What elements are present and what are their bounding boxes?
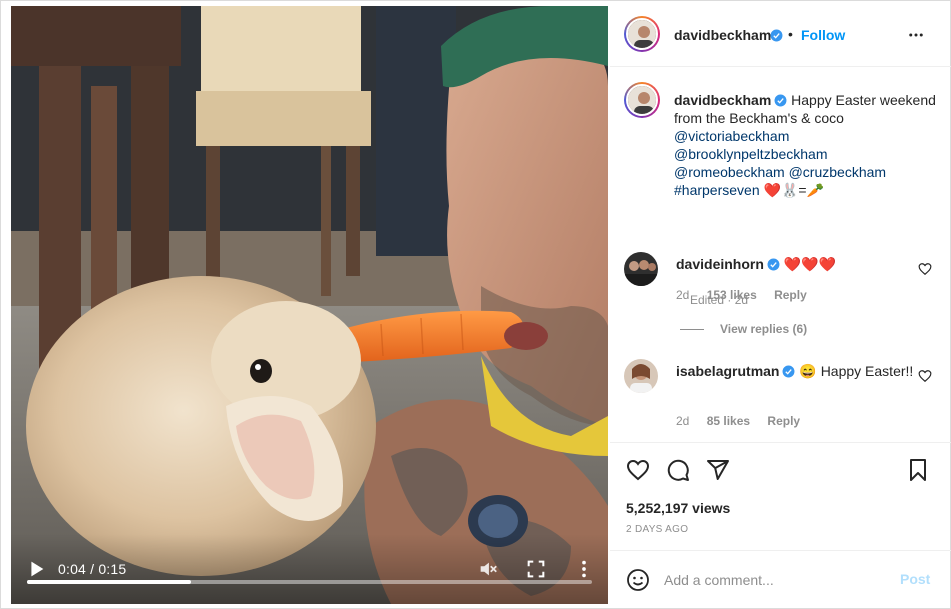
more-vertical-icon[interactable] <box>573 558 595 580</box>
comment-likes[interactable]: 85 likes <box>707 414 750 428</box>
mention-link[interactable]: @victoriabeckham <box>674 127 944 145</box>
action-bar: 5,252,197 views <box>610 442 951 522</box>
caption-username[interactable]: davidbeckham <box>674 92 771 108</box>
heart-icon[interactable] <box>626 458 650 482</box>
follow-button[interactable]: Follow <box>801 27 845 43</box>
view-count[interactable]: 5,252,197 views <box>626 500 730 516</box>
view-replies-label: View replies (6) <box>720 322 808 336</box>
comment-text: davideinhorn ❤️❤️❤️ <box>676 255 916 273</box>
bookmark-icon[interactable] <box>906 458 930 482</box>
post-header: davidbeckham • Follow <box>610 2 951 67</box>
comment-meta: 2d 153 likes Reply <box>676 288 821 302</box>
verified-badge-icon <box>770 29 783 42</box>
comment-icon[interactable] <box>666 458 690 482</box>
fullscreen-icon[interactable] <box>525 558 547 580</box>
video-progress-fill <box>27 580 191 584</box>
share-icon[interactable] <box>706 458 730 482</box>
mention-link[interactable]: @brooklynpeltzbeckham <box>674 145 944 163</box>
caption-text: davidbeckham Happy Easter weekend from t… <box>674 91 944 199</box>
mute-icon[interactable] <box>477 558 499 580</box>
mention-link[interactable]: @romeobeckham <box>674 164 785 180</box>
mention-link[interactable]: @cruzbeckham <box>789 164 886 180</box>
like-comment-heart-icon[interactable] <box>918 262 932 276</box>
post-sidebar: davidbeckham • Follow davidbeckham Happy… <box>610 2 951 609</box>
video-progress-bar[interactable] <box>27 580 592 584</box>
header-separator: • <box>788 26 793 42</box>
caption-avatar[interactable] <box>624 82 660 118</box>
hashtag-link[interactable]: #harperseven <box>674 182 760 198</box>
comment-text: isabelagrutman 😄 Happy Easter!! <box>676 362 916 380</box>
comment-meta: 2d 85 likes Reply <box>676 414 814 428</box>
caption-emojis: ❤️🐰=🥕 <box>763 182 824 198</box>
comment-age: 2d <box>676 288 690 302</box>
comment-composer: Post <box>610 550 951 609</box>
post-time-ago: 2 DAYS AGO <box>626 524 689 535</box>
commenter-username[interactable]: davideinhorn <box>676 256 764 272</box>
reply-button[interactable]: Reply <box>774 288 807 302</box>
author-username[interactable]: davidbeckham <box>674 27 771 43</box>
comment-age: 2d <box>676 414 690 428</box>
post-window: 0:04 / 0:15 davidbeckham • Follow davidb… <box>0 0 951 609</box>
commenter-avatar[interactable] <box>624 252 658 286</box>
comment-input[interactable] <box>664 569 884 591</box>
video-controls: 0:04 / 0:15 <box>11 534 608 604</box>
like-comment-heart-icon[interactable] <box>918 369 932 383</box>
video-time: 0:04 / 0:15 <box>58 561 127 577</box>
comment-likes[interactable]: 153 likes <box>707 288 757 302</box>
more-horizontal-icon[interactable] <box>906 26 926 44</box>
play-icon[interactable] <box>25 558 47 580</box>
author-avatar[interactable] <box>624 16 660 52</box>
comment-body: ❤️❤️❤️ <box>783 256 837 272</box>
video-player[interactable]: 0:04 / 0:15 <box>11 6 608 604</box>
verified-badge-icon <box>767 258 780 271</box>
view-replies-button[interactable]: View replies (6) <box>680 322 807 336</box>
emoji-icon[interactable] <box>626 568 650 592</box>
reply-button[interactable]: Reply <box>767 414 800 428</box>
verified-badge-icon <box>774 94 787 107</box>
verified-badge-icon <box>783 365 795 378</box>
commenter-avatar[interactable] <box>624 359 658 393</box>
comment-body: 😄 Happy Easter!! <box>799 363 914 379</box>
commenter-username[interactable]: isabelagrutman <box>676 363 779 379</box>
post-button[interactable]: Post <box>900 571 930 587</box>
video-frame <box>11 6 608 604</box>
